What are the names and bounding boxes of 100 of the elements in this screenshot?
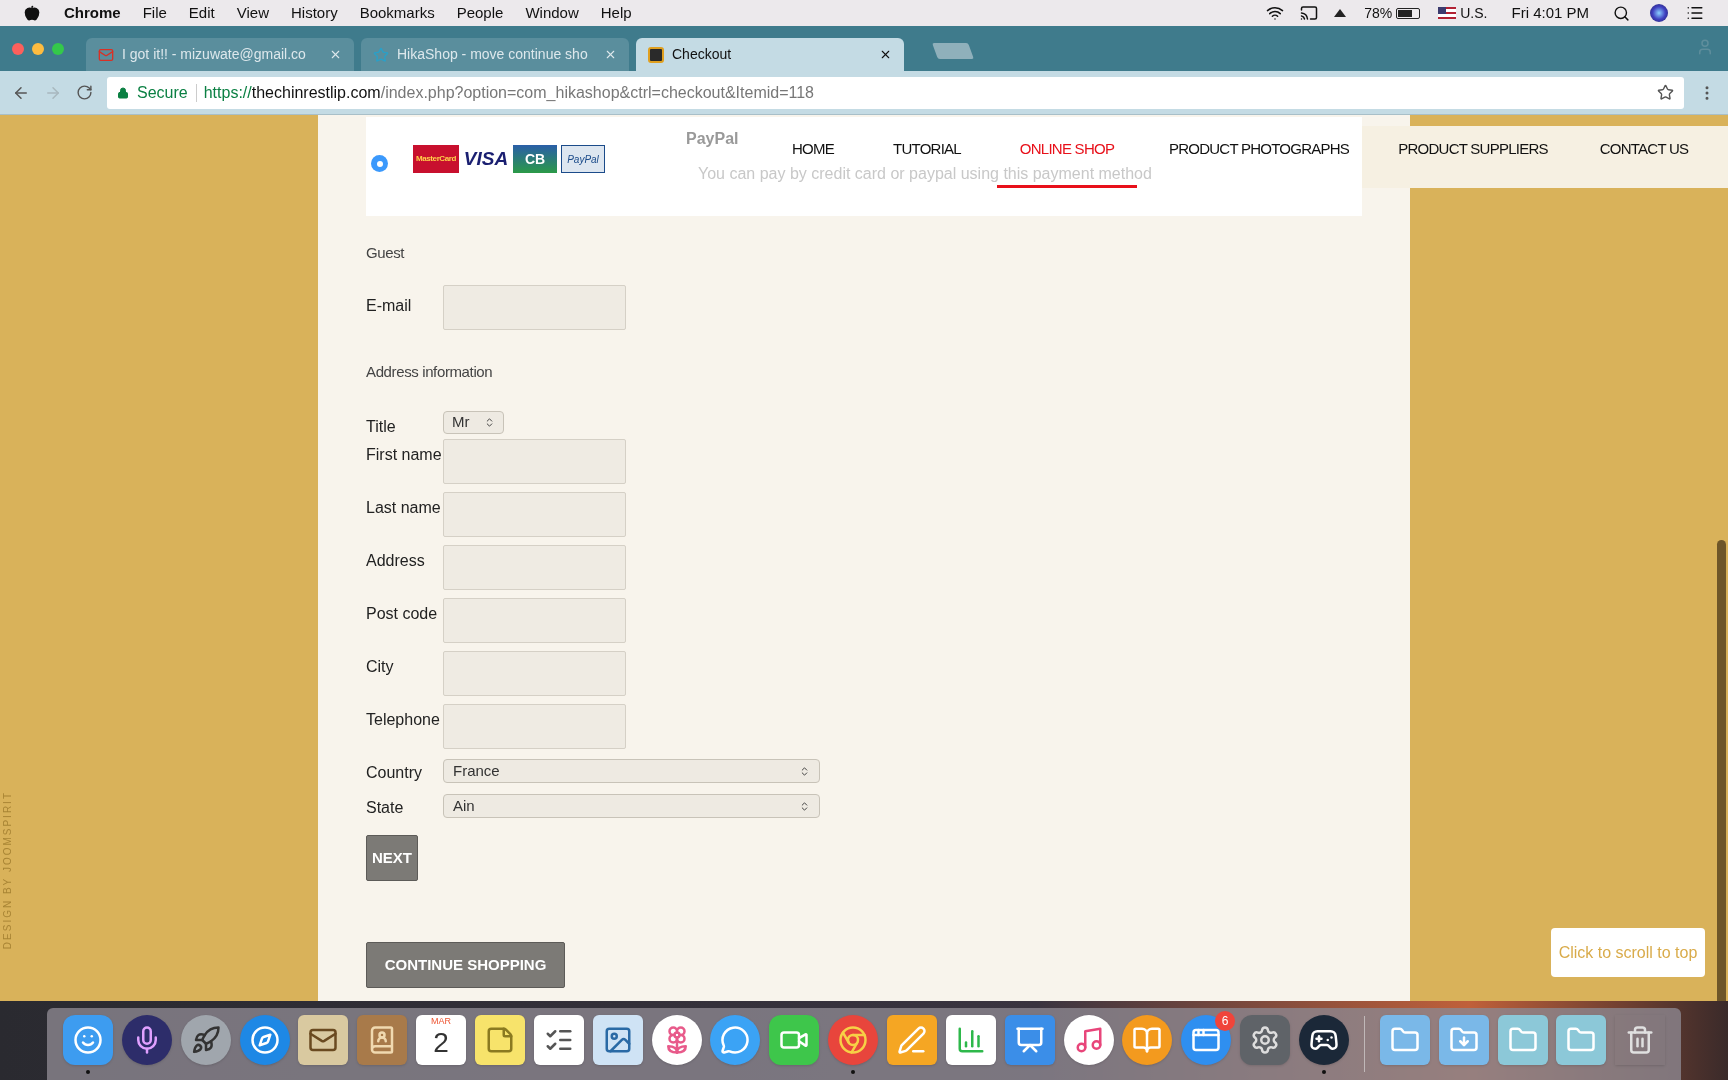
address-book-icon[interactable] <box>357 1014 408 1065</box>
input-field[interactable] <box>443 439 626 484</box>
nav-link[interactable]: HOME <box>792 140 834 158</box>
tab-title: I got it!! - mizuwate@gmail.co <box>122 45 307 64</box>
photo-viewer-icon[interactable] <box>592 1014 643 1065</box>
nav-link[interactable]: PRODUCT SUPPLIERS <box>1398 140 1548 158</box>
card-logo: MasterCard <box>413 145 459 173</box>
compass-icon[interactable] <box>239 1014 290 1065</box>
continue-shopping-button[interactable]: CONTINUE SHOPPING <box>366 942 565 988</box>
nav-link[interactable]: ONLINE SHOP <box>1019 140 1115 158</box>
scrollbar-thumb[interactable] <box>1717 540 1726 1001</box>
field-label: Title <box>366 417 397 437</box>
input-field[interactable] <box>443 598 626 643</box>
radio-button[interactable] <box>371 155 388 172</box>
field-label: State <box>366 798 405 818</box>
menu-item[interactable]: Window <box>525 1 579 25</box>
tab-title: Checkout <box>672 45 733 64</box>
eject-icon[interactable] <box>1334 9 1347 17</box>
menu-item[interactable]: File <box>142 1 167 25</box>
apple-icon[interactable] <box>24 5 40 21</box>
lock-icon <box>117 86 129 99</box>
nav-link[interactable]: TUTORIAL <box>893 140 961 158</box>
flag-icon[interactable] <box>1438 7 1457 19</box>
list-icon[interactable] <box>1686 4 1704 22</box>
speech-bubble-icon[interactable] <box>710 1014 761 1065</box>
url-text: https://thechinrestlip.com/index.php?option=com_hikashop&ctrl=checkout&Itemid=118 <box>203 82 814 103</box>
field-label: Country <box>366 763 424 783</box>
checklist-icon[interactable] <box>533 1014 584 1065</box>
finder-icon[interactable] <box>62 1014 113 1065</box>
field-label: First name <box>366 445 443 465</box>
colorful-square-icon <box>648 46 664 63</box>
presentation-icon[interactable] <box>1004 1014 1055 1065</box>
folder-icon[interactable] <box>1379 1014 1430 1065</box>
bar-chart-icon[interactable] <box>945 1014 996 1065</box>
input-field[interactable] <box>443 492 626 537</box>
orb-icon[interactable] <box>1650 4 1668 22</box>
menu-item[interactable]: History <box>290 1 338 25</box>
wifi-icon[interactable] <box>1266 4 1285 22</box>
next-button[interactable]: NEXT <box>366 835 418 881</box>
clock[interactable]: Fri 4:01 PM <box>1511 1 1589 25</box>
app-menu[interactable]: Chrome <box>64 1 121 25</box>
stamp-icon[interactable] <box>298 1014 349 1065</box>
pen-document-icon[interactable] <box>886 1014 937 1065</box>
up-down-arrows-icon <box>799 800 810 812</box>
section-heading: Guest <box>366 243 406 263</box>
field-label: City <box>366 657 395 677</box>
email-field[interactable] <box>443 284 626 330</box>
app-store-icon[interactable] <box>1181 1014 1232 1065</box>
title-select[interactable]: Mr <box>443 411 504 434</box>
nav-link[interactable]: CONTACT US <box>1599 140 1689 158</box>
secure-label: Secure <box>137 82 188 103</box>
folder-icon[interactable] <box>1556 1014 1607 1065</box>
download-folder-icon[interactable] <box>1438 1014 1489 1065</box>
menu-item[interactable]: People <box>456 1 504 25</box>
address-field[interactable]: Secure https://thechinrestlip.com/index.php?option=com_hikashop&ctrl=checkout&Itemid=118 <box>107 76 1684 109</box>
search-icon[interactable] <box>1613 4 1630 22</box>
battery-icon[interactable] <box>1396 7 1421 19</box>
browser-tab[interactable]: Checkout <box>636 38 904 71</box>
calendar-day: 2 <box>433 1026 449 1059</box>
music-note-icon[interactable] <box>1063 1014 1114 1065</box>
folder-icon[interactable] <box>1497 1014 1548 1065</box>
close-icon[interactable] <box>879 48 892 61</box>
game-controller-icon[interactable] <box>1298 1014 1349 1065</box>
microphone-icon[interactable] <box>121 1014 172 1065</box>
field-label: E-mail <box>366 295 413 316</box>
input-field[interactable] <box>443 704 626 749</box>
up-down-arrows-icon <box>799 765 810 777</box>
dropdown-select[interactable]: Ain <box>443 794 820 818</box>
screen-mirroring-icon[interactable] <box>1300 4 1319 22</box>
menu-item[interactable]: Bookmarks <box>359 1 435 25</box>
calendar-icon[interactable]: MAR 2 <box>416 1014 467 1065</box>
menu-item[interactable]: Help <box>600 1 632 25</box>
dropdown-select[interactable]: France <box>443 759 820 783</box>
nav-link[interactable]: PRODUCT PHOTOGRAPHS <box>1168 140 1350 158</box>
input-field[interactable] <box>443 545 626 590</box>
up-down-arrows-icon <box>484 417 495 428</box>
section-heading: Address information <box>366 361 494 382</box>
input-field[interactable] <box>443 651 626 696</box>
reload-icon[interactable] <box>76 84 93 101</box>
gear-icon[interactable] <box>1240 1014 1291 1065</box>
field-label: Telephone <box>366 710 441 730</box>
field-label: Last name <box>366 498 442 518</box>
notepad-icon[interactable] <box>474 1014 525 1065</box>
video-camera-icon[interactable] <box>769 1014 820 1065</box>
tab-title: HikaShop - move continue sho <box>397 45 589 64</box>
flower-icon[interactable] <box>651 1014 702 1065</box>
input-source[interactable]: U.S. <box>1460 2 1488 24</box>
minimize-window-icon[interactable] <box>32 42 44 55</box>
open-book-icon[interactable] <box>1122 1014 1173 1065</box>
menu-item[interactable]: Edit <box>188 1 215 25</box>
card-logo: PayPal <box>561 145 605 173</box>
bookmark-star-icon[interactable] <box>1657 84 1674 101</box>
menu-item[interactable]: View <box>236 1 269 25</box>
calendar-month: MAR <box>431 1014 452 1027</box>
field-label: Address <box>366 551 426 571</box>
payment-name: PayPal <box>686 129 739 149</box>
envelope-icon <box>98 46 114 63</box>
notification-badge: 6 <box>1215 1010 1236 1031</box>
battery-percent: 78% <box>1364 3 1393 23</box>
field-label: Post code <box>366 604 439 624</box>
